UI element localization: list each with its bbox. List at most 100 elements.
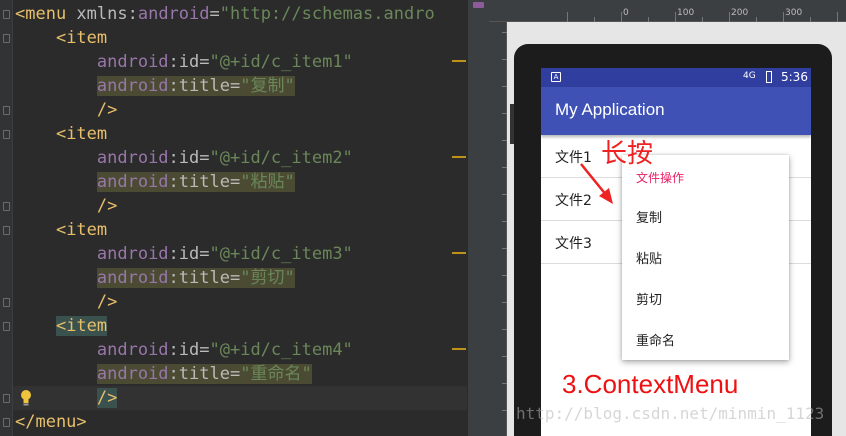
code-content: <item [56, 220, 107, 240]
code-token: "复制" [240, 76, 295, 96]
code-line[interactable]: android:title="复制" [15, 74, 295, 98]
ruler-label: 100 [677, 8, 695, 18]
code-token: :id= [168, 244, 210, 264]
code-token: "@+id/c_item3" [209, 244, 353, 264]
code-content: /> [97, 196, 117, 216]
fold-marker-icon[interactable] [3, 418, 10, 427]
fold-marker-icon[interactable] [3, 322, 10, 331]
fold-marker-icon[interactable] [3, 130, 10, 139]
warning-stripe-mark[interactable] [452, 348, 466, 350]
editor-gutter [0, 0, 13, 436]
code-token: <item [55, 124, 108, 144]
code-content: <menu xmlns:android="http://schemas.andr… [15, 4, 435, 24]
menu-item-label: 剪切 [636, 293, 663, 308]
code-token: android [96, 364, 169, 384]
phone-side-button [510, 104, 514, 144]
menu-item-copy[interactable]: 复制 [622, 195, 789, 236]
notification-icon: A [551, 72, 561, 82]
horizontal-ruler: 0 100 200 300 [489, 0, 846, 22]
menu-item-cut[interactable]: 剪切 [622, 277, 789, 318]
code-content: <item [56, 124, 107, 144]
code-line[interactable]: android:title="重命名" [15, 362, 312, 386]
code-line[interactable]: <item [15, 122, 107, 146]
battery-icon [766, 71, 772, 83]
ruler-tick [621, 12, 622, 22]
vertical-ruler [489, 22, 507, 436]
code-token: android [96, 340, 169, 360]
ruler-label: 200 [731, 8, 749, 18]
fold-marker-icon[interactable] [3, 202, 10, 211]
fold-marker-icon[interactable] [3, 10, 10, 19]
code-token: <item [55, 28, 108, 48]
code-token: "@+id/c_item4" [209, 340, 353, 360]
code-token: /> [96, 196, 118, 216]
status-bar: A 4G 5:36 [541, 68, 811, 87]
code-token: </menu> [15, 412, 87, 432]
warning-stripe-mark[interactable] [452, 252, 466, 254]
code-token: :title= [168, 172, 241, 192]
code-editor[interactable]: <menu xmlns:android="http://schemas.andr… [0, 0, 467, 436]
code-token: :id= [168, 52, 210, 72]
code-token: <menu [15, 4, 77, 24]
code-line[interactable]: <item [15, 314, 108, 338]
lightbulb-icon[interactable] [19, 389, 33, 407]
code-line[interactable]: android:title="剪切" [15, 266, 295, 290]
warning-stripe-mark[interactable] [452, 60, 466, 62]
code-content: </menu> [15, 412, 87, 432]
status-time: 5:36 [781, 70, 808, 84]
fold-marker-icon[interactable] [3, 394, 10, 403]
code-line[interactable]: <item [15, 26, 107, 50]
code-token: :title= [168, 76, 241, 96]
warning-stripe-mark[interactable] [452, 156, 466, 158]
code-token: "剪切" [240, 268, 295, 288]
signal-icon: 4G [743, 71, 756, 81]
code-token: "粘贴" [240, 172, 295, 192]
code-token: "http://schemas.andro [219, 4, 435, 24]
code-token: android [96, 52, 169, 72]
code-line[interactable]: </menu> [15, 410, 87, 434]
editor-scroll-strip[interactable] [467, 0, 489, 436]
code-line[interactable]: /> [15, 290, 117, 314]
code-line[interactable]: android:id="@+id/c_item2" [15, 146, 353, 170]
code-line[interactable]: android:title="粘贴" [15, 170, 295, 194]
fold-marker-icon[interactable] [3, 106, 10, 115]
fold-marker-icon[interactable] [3, 34, 10, 43]
code-line[interactable]: android:id="@+id/c_item3" [15, 242, 353, 266]
menu-item-rename[interactable]: 重命名 [622, 318, 789, 359]
arrow-icon [580, 163, 613, 204]
fold-marker-icon[interactable] [3, 226, 10, 235]
code-line[interactable]: /> [15, 194, 117, 218]
ruler-label: 0 [623, 8, 629, 18]
code-line[interactable]: <item [15, 218, 107, 242]
ruler-tick [567, 12, 568, 22]
code-token: "@+id/c_item2" [209, 148, 353, 168]
code-content: android:id="@+id/c_item1" [97, 52, 353, 72]
file-type-icon [473, 2, 484, 8]
code-token: android [96, 268, 169, 288]
code-token: android [96, 76, 169, 96]
watermark: http://blog.csdn.net/minmin_1123 [516, 404, 825, 423]
ruler-tick [675, 12, 676, 22]
code-token: <item [55, 220, 108, 240]
code-line[interactable]: android:id="@+id/c_item4" [15, 338, 353, 362]
menu-item-label: 复制 [636, 211, 663, 226]
code-line[interactable]: /> [15, 98, 117, 122]
code-line[interactable]: android:id="@+id/c_item1" [15, 50, 353, 74]
caption-annotation: 3.ContextMenu [562, 369, 739, 399]
ruler-tick [729, 12, 730, 22]
code-line[interactable]: <menu xmlns:android="http://schemas.andr… [15, 2, 435, 26]
menu-item-paste[interactable]: 粘贴 [622, 236, 789, 277]
fold-marker-icon[interactable] [3, 298, 10, 307]
code-content: /> [97, 292, 117, 312]
code-token: xmlns: [76, 4, 138, 24]
